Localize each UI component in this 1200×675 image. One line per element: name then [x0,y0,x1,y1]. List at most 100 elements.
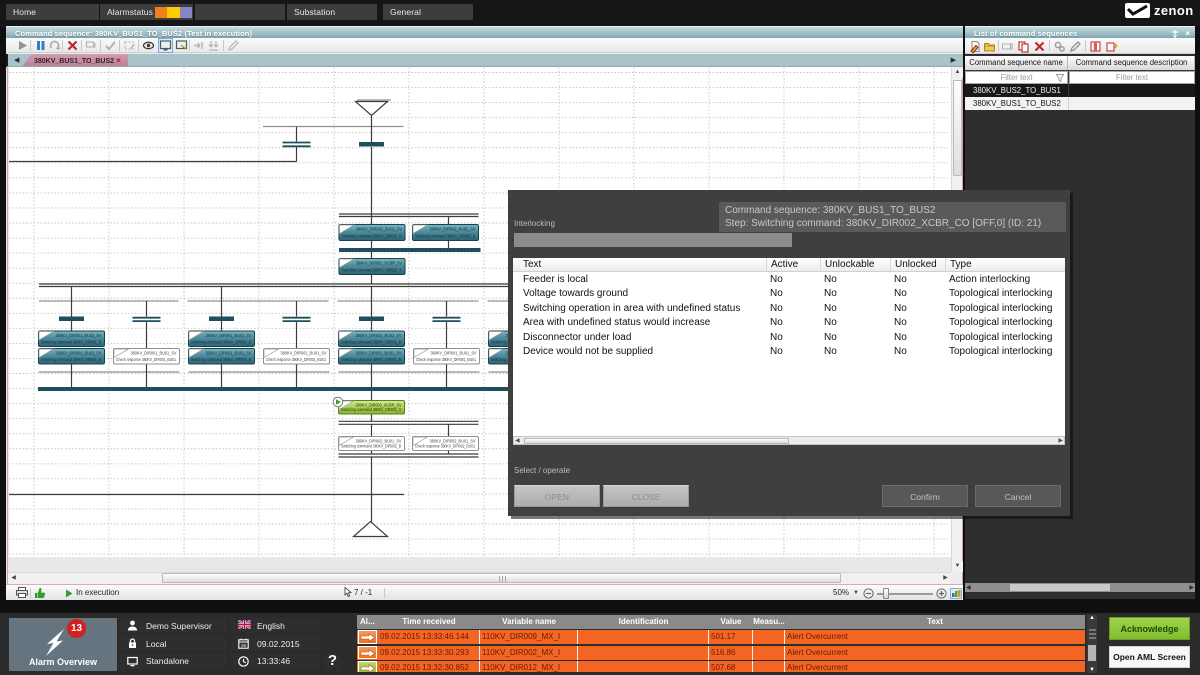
dialog-scroll-left-icon[interactable]: ◀ [515,437,520,444]
alarm-row[interactable]: 09.02.2015 13:33:46.144 110KV_DIR009_MX_… [357,630,1085,644]
confirm-icon[interactable] [104,39,117,52]
panel-scroll-right-icon[interactable]: ▶ [1189,584,1194,591]
vscroll-thumb[interactable] [953,80,962,176]
dialog-scroll-thumb[interactable] [524,438,789,444]
new-icon[interactable] [969,40,982,53]
window-titlebar[interactable]: Command sequence: 380KV_BUS1_TO_BUS2 (Te… [6,26,963,38]
alarm-scroll-thumb[interactable] [1088,645,1096,661]
panel-titlebar[interactable]: List of command sequences × [965,26,1195,38]
scroll-right-icon[interactable]: ▶ [940,573,951,584]
edit-icon[interactable] [1069,40,1082,53]
zoom-level[interactable]: 50% [833,588,849,597]
hscroll-thumb[interactable] [162,573,841,583]
alarm-scroll-up-icon[interactable]: ▲ [1087,615,1097,621]
top-tab-home[interactable]: Home [6,4,99,20]
alarm-column-header[interactable]: Al... [357,615,378,629]
pause-icon[interactable] [34,39,47,52]
step-next-icon[interactable] [192,39,205,52]
scroll-up-icon[interactable]: ▲ [952,67,963,78]
panel-filter-input[interactable]: Filter text [1069,71,1195,84]
canvas-horizontal-scrollbar[interactable]: ◀ ▶ [8,572,951,584]
interlocking-column-header[interactable]: Unlockable [820,258,874,272]
command-sequence-row[interactable]: 380KV_BUS2_TO_BUS1 [965,84,1195,97]
alarm-column-header[interactable]: Time received [378,615,480,629]
interlocking-row[interactable]: Disconnector under load No No No Topolog… [513,331,1065,346]
close-button[interactable]: CLOSE [603,485,689,507]
duplicate-icon[interactable] [1017,40,1030,53]
rename-icon[interactable] [1001,40,1014,53]
alarm-column-header[interactable]: Identification [578,615,709,629]
acknowledge-button[interactable]: Acknowledge [1109,617,1190,640]
user-cell[interactable]: Demo Supervisor [120,618,227,634]
help-button[interactable]: ? [324,653,341,669]
language-cell[interactable]: English [231,618,320,634]
document-tab[interactable]: 380KV_BUS1_TO_BUS2× [22,54,128,67]
interlocking-row[interactable]: Area with undefined status would increas… [513,316,1065,331]
panel-scroll-left-icon[interactable]: ◀ [966,584,971,591]
time-cell[interactable]: 13:33:46 [231,653,320,669]
panel-close-icon[interactable]: × [1185,29,1190,38]
confirm-button[interactable]: Confirm [882,485,968,507]
open-icon[interactable] [983,40,996,53]
settings-icon[interactable] [1053,40,1066,53]
alarm-row[interactable]: 09.02.2015 13:33:30.293 110KV_DIR002_MX_… [357,646,1085,660]
print-icon[interactable] [16,587,28,600]
top-tab-substation[interactable]: Substation [287,4,377,20]
alarm-scrollbar[interactable]: ▲ ▼ [1087,615,1097,673]
panel-scroll-thumb[interactable] [1010,584,1110,591]
open-button[interactable]: OPEN [514,485,600,507]
zoom-dropdown-icon[interactable]: ▼ [853,590,859,596]
alarm-column-header[interactable]: Text [785,615,1085,629]
open-aml-button[interactable]: Open AML Screen [1109,646,1190,668]
top-tab-blank[interactable] [195,4,285,20]
redo-icon[interactable] [49,39,62,52]
top-tab-general[interactable]: General [383,4,473,20]
interlocking-column-header[interactable]: Active [766,258,798,272]
view-options-icon[interactable] [950,588,962,601]
panel-column-header[interactable]: Command sequence description [1069,56,1195,70]
dialog-table-scrollbar[interactable]: ◀ ▶ [513,436,1065,445]
mode-cell[interactable]: Local [120,636,227,652]
tab-scroll-right-icon[interactable]: ▶ [951,56,956,64]
edit-selection-icon[interactable] [123,39,136,52]
export-icon[interactable] [1105,40,1118,53]
interlocking-row[interactable]: Voltage towards ground No No No Topologi… [513,287,1065,302]
zoom-out-icon[interactable] [863,588,874,601]
alarm-column-header[interactable]: Measu... [753,615,785,629]
scroll-left-icon[interactable]: ◀ [8,573,19,584]
screen-icon[interactable] [159,39,172,52]
alarm-overview-tile[interactable]: 13 Alarm Overview [9,618,117,671]
alarm-column-header[interactable]: Variable name [480,615,578,629]
tab-close-icon[interactable]: × [116,55,121,65]
step-all-icon[interactable] [207,39,220,52]
command-sequence-row[interactable]: 380KV_BUS1_TO_BUS2 [965,97,1195,110]
interlocking-row[interactable]: Feeder is local No No No Action interloc… [513,273,1065,288]
cancel-icon[interactable] [66,39,79,52]
interlocking-row[interactable]: Device would not be supplied No No No To… [513,345,1065,360]
alarm-row[interactable]: 09.02.2015 13:32:30.852 110KV_DIR012_MX_… [357,661,1085,672]
alarm-column-header[interactable]: Value [709,615,753,629]
date-cell[interactable]: 28 09.02.2015 [231,636,320,652]
tab-scroll-left-icon[interactable]: ◀ [14,56,19,64]
zoom-slider-thumb[interactable] [883,588,889,599]
start-icon[interactable] [16,39,29,52]
panel-column-header[interactable]: Command sequence name [965,56,1068,70]
scroll-down-icon[interactable]: ▼ [952,561,963,572]
interlocking-row[interactable]: Switching operation in area with undefin… [513,302,1065,317]
screen-switch-icon[interactable] [175,39,188,52]
cancel-button[interactable]: Cancel [975,485,1061,507]
zoom-in-icon[interactable] [936,588,947,601]
panel-horizontal-scrollbar[interactable]: ◀ ▶ [965,583,1195,592]
delete-icon[interactable] [1033,40,1046,53]
interlocking-column-header[interactable]: Text [519,258,541,272]
interlocking-column-header[interactable]: Type [945,258,972,272]
panel-filter-input[interactable]: Filter text [965,71,1068,84]
alarm-scroll-down-icon[interactable]: ▼ [1087,667,1097,673]
dialog-scroll-right-icon[interactable]: ▶ [1058,437,1063,444]
edit-icon[interactable] [227,39,240,52]
interlocking-column-header[interactable]: Unlocked [890,258,937,272]
visibility-icon[interactable] [142,39,155,52]
network-cell[interactable]: Standalone [120,653,227,669]
command-icon[interactable] [85,39,98,52]
columns-icon[interactable] [1089,40,1102,53]
